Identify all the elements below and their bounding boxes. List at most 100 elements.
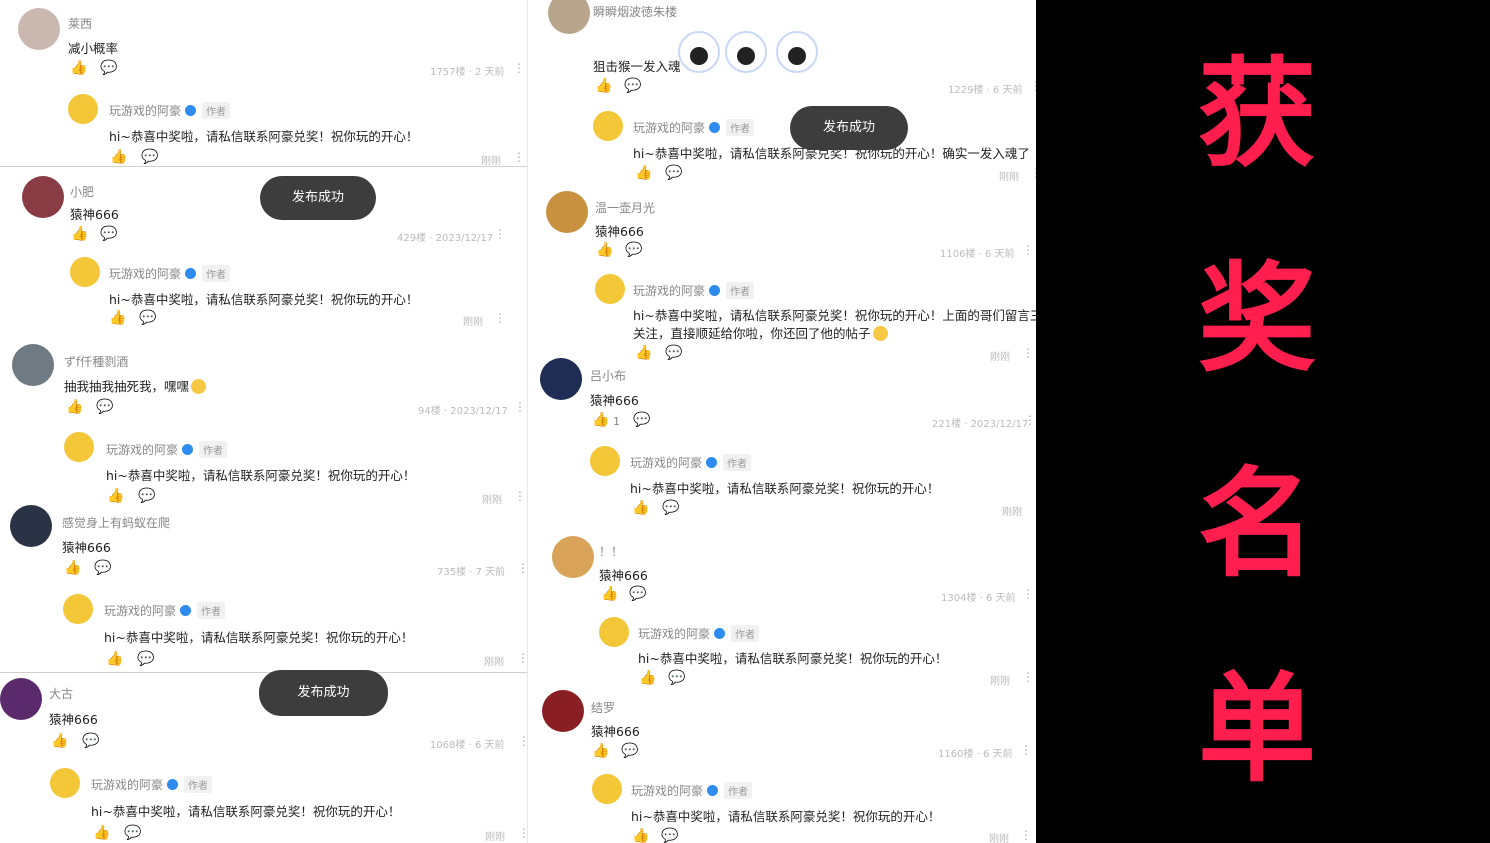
avatar[interactable]	[18, 8, 60, 50]
reply-user[interactable]: 玩游戏的阿豪 作者	[633, 282, 755, 299]
like-icon[interactable]: 👍	[592, 412, 609, 428]
like-icon[interactable]: 👍	[110, 149, 127, 165]
more-icon[interactable]: ⋮	[1022, 243, 1034, 257]
more-icon[interactable]: ⋮	[518, 826, 527, 840]
avatar[interactable]	[0, 678, 42, 720]
reply-icon[interactable]: 💬	[662, 500, 679, 516]
like-icon[interactable]: 👍	[592, 743, 609, 759]
reply-user[interactable]: 玩游戏的阿豪 作者	[104, 602, 226, 619]
comment-user[interactable]: 温一壶月光	[595, 199, 655, 216]
reply-user[interactable]: 玩游戏的阿豪 作者	[109, 265, 231, 282]
like-icon[interactable]: 👍	[639, 670, 656, 686]
reply-user[interactable]: 玩游戏的阿豪 作者	[631, 782, 753, 799]
reply-user[interactable]: 玩游戏的阿豪 作者	[106, 441, 228, 458]
reply-icon[interactable]: 💬	[665, 345, 682, 361]
avatar[interactable]	[50, 768, 80, 798]
avatar[interactable]	[590, 446, 620, 476]
more-icon[interactable]: ⋮	[1030, 79, 1036, 93]
reply-icon[interactable]: 💬	[100, 60, 117, 76]
reply-icon[interactable]: 💬	[661, 828, 678, 843]
reply-icon[interactable]: 💬	[137, 651, 154, 667]
avatar[interactable]	[63, 594, 93, 624]
comment-user[interactable]: 莱西	[68, 15, 92, 32]
reply-icon[interactable]: 💬	[139, 310, 156, 326]
comment-user[interactable]: 大古	[49, 685, 73, 702]
reply-icon[interactable]: 💬	[624, 78, 641, 94]
like-icon[interactable]: 👍	[632, 828, 649, 843]
reply-icon[interactable]: 💬	[124, 825, 141, 841]
like-icon[interactable]: 👍	[71, 226, 88, 242]
reply-icon[interactable]: 💬	[625, 242, 642, 258]
more-icon[interactable]: ⋮	[1022, 670, 1034, 684]
more-icon[interactable]: ⋮	[513, 150, 525, 164]
like-icon[interactable]: 👍	[93, 825, 110, 841]
like-icon[interactable]: 👍	[64, 560, 81, 576]
more-icon[interactable]: ⋮	[1020, 828, 1032, 842]
avatar[interactable]	[593, 111, 623, 141]
reply-icon[interactable]: 💬	[633, 412, 650, 428]
like-icon[interactable]: 👍	[107, 488, 124, 504]
avatar[interactable]	[10, 505, 52, 547]
avatar[interactable]	[546, 191, 588, 233]
avatar[interactable]	[542, 690, 584, 732]
like-icon[interactable]: 👍	[51, 733, 68, 749]
avatar[interactable]	[70, 257, 100, 287]
avatar[interactable]	[595, 274, 625, 304]
more-icon[interactable]: ⋮	[1030, 166, 1036, 180]
reply-user[interactable]: 玩游戏的阿豪 作者	[91, 776, 213, 793]
more-icon[interactable]: ⋮	[494, 311, 506, 325]
like-icon[interactable]: 👍	[632, 500, 649, 516]
comment-user[interactable]: 小肥	[70, 183, 94, 200]
more-icon[interactable]: ⋮	[514, 489, 526, 503]
author-tag: 作者	[199, 441, 228, 458]
reply-user[interactable]: 玩游戏的阿豪 作者	[630, 454, 752, 471]
more-icon[interactable]: ⋮	[1022, 587, 1034, 601]
more-icon[interactable]: ⋮	[1024, 413, 1036, 427]
like-icon[interactable]: 👍	[635, 345, 652, 361]
more-icon[interactable]: ⋮	[517, 651, 527, 665]
avatar[interactable]	[552, 536, 594, 578]
comment-user[interactable]: 结罗	[591, 699, 615, 716]
reply-icon[interactable]: 💬	[629, 586, 646, 602]
reply-icon[interactable]: 💬	[96, 399, 113, 415]
like-icon[interactable]: 👍	[601, 586, 618, 602]
more-icon[interactable]: ⋮	[1022, 346, 1034, 360]
more-icon[interactable]: ⋮	[517, 561, 527, 575]
comment-user[interactable]: ！！	[599, 543, 623, 560]
reply-icon[interactable]: 💬	[141, 149, 158, 165]
reply-icon[interactable]: 💬	[621, 743, 638, 759]
like-icon[interactable]: 👍	[595, 78, 612, 94]
like-icon[interactable]: 👍	[106, 651, 123, 667]
reply-icon[interactable]: 💬	[668, 670, 685, 686]
reply-icon[interactable]: 💬	[138, 488, 155, 504]
more-icon[interactable]: ⋮	[514, 400, 526, 414]
avatar[interactable]	[599, 617, 629, 647]
avatar[interactable]	[64, 432, 94, 462]
more-icon[interactable]: ⋮	[494, 227, 506, 241]
comment-user[interactable]: 瞬瞬烟波徳朱楼	[593, 3, 677, 20]
comment-user[interactable]: 感觉身上有蚂蚁在爬	[62, 514, 170, 531]
reply-icon[interactable]: 💬	[94, 560, 111, 576]
like-icon[interactable]: 👍	[70, 60, 87, 76]
more-icon[interactable]: ⋮	[1020, 743, 1032, 757]
reply-user[interactable]: 玩游戏的阿豪 作者	[109, 102, 231, 119]
reply-icon[interactable]: 💬	[82, 733, 99, 749]
more-icon[interactable]: ⋮	[513, 61, 525, 75]
reply-icon[interactable]: 💬	[100, 226, 117, 242]
like-icon[interactable]: 👍	[109, 310, 126, 326]
avatar[interactable]	[592, 774, 622, 804]
avatar[interactable]	[12, 344, 54, 386]
avatar[interactable]	[22, 176, 64, 218]
like-icon[interactable]: 👍	[596, 242, 613, 258]
more-icon[interactable]: ⋮	[518, 734, 527, 748]
reply-icon[interactable]: 💬	[665, 165, 682, 181]
avatar[interactable]	[548, 0, 590, 34]
comment-user[interactable]: 吕小布	[590, 367, 626, 384]
reply-user[interactable]: 玩游戏的阿豪 作者	[638, 625, 760, 642]
like-icon[interactable]: 👍	[66, 399, 83, 415]
reply-user[interactable]: 玩游戏的阿豪 作者	[633, 119, 755, 136]
avatar[interactable]	[540, 358, 582, 400]
avatar[interactable]	[68, 94, 98, 124]
comment-user[interactable]: ずf仟種剹酒	[64, 353, 128, 370]
like-icon[interactable]: 👍	[635, 165, 652, 181]
